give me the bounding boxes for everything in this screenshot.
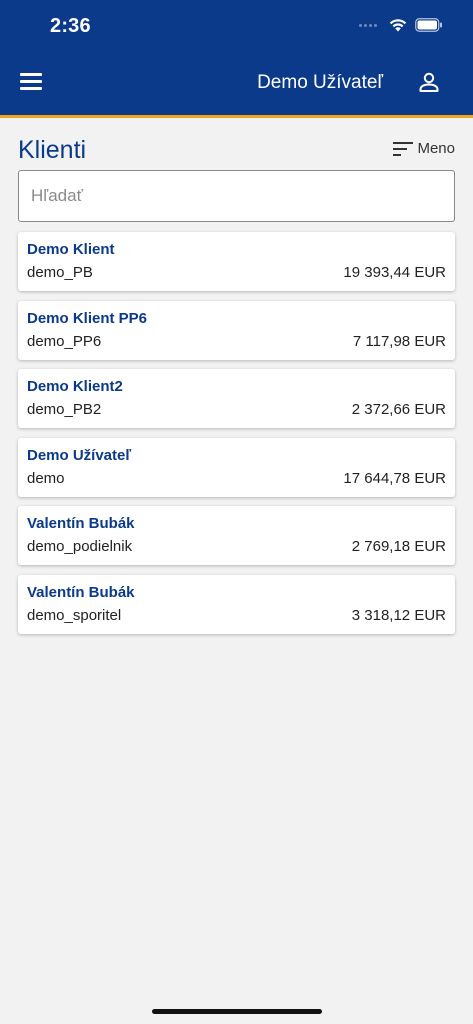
battery-icon <box>415 18 442 32</box>
client-id: demo_podielnik <box>27 538 133 555</box>
hamburger-menu-icon[interactable] <box>20 73 42 91</box>
client-name: Valentín Bubák <box>27 583 135 601</box>
client-name: Valentín Bubák <box>27 515 135 532</box>
status-time: 2:36 <box>50 15 91 37</box>
header-accent-bar <box>0 115 473 118</box>
status-icons <box>359 18 443 32</box>
sort-icon <box>393 141 414 156</box>
client-card[interactable]: Demo Klient PP6 demo_PP6 7 117,98 EUR <box>18 300 455 360</box>
client-amount: 2 769,18 EUR <box>351 538 446 555</box>
client-name: Demo Klient <box>27 241 115 258</box>
client-id: demo <box>27 469 65 487</box>
client-id: demo_PB2 <box>27 401 102 418</box>
wifi-icon <box>389 19 407 32</box>
client-name: Demo Klient PP6 <box>27 309 148 327</box>
client-amount: 2 372,66 EUR <box>351 401 446 418</box>
client-amount: 3 318,12 EUR <box>351 606 446 624</box>
client-id: demo_PB <box>27 264 93 281</box>
client-card[interactable]: Valentín Bubák demo_sporitel 3 318,12 EU… <box>18 574 455 634</box>
page-title: Klienti <box>18 136 87 164</box>
client-card[interactable]: Demo Klient demo_PB 19 393,44 EUR <box>18 232 455 291</box>
profile-icon[interactable] <box>417 70 441 94</box>
client-amount: 19 393,44 EUR <box>343 264 446 281</box>
client-card[interactable]: Valentín Bubák demo_podielnik 2 769,18 E… <box>18 506 455 565</box>
header-user-name: Demo Užívateľ <box>257 72 383 93</box>
client-name: Demo Užívateľ <box>27 446 132 464</box>
client-list: Demo Klient demo_PB 19 393,44 EUR Demo K… <box>18 232 455 643</box>
status-bar: 2:36 <box>0 0 473 52</box>
client-amount: 7 117,98 EUR <box>352 332 446 350</box>
home-indicator[interactable] <box>152 1009 322 1014</box>
sort-button[interactable]: Meno <box>393 140 455 157</box>
client-id: demo_PP6 <box>27 332 102 350</box>
client-name: Demo Klient2 <box>27 378 123 395</box>
client-card[interactable]: Demo Užívateľ demo 17 644,78 EUR <box>18 437 455 497</box>
sort-label: Meno <box>417 140 455 157</box>
app-header: Demo Užívateľ <box>0 52 473 115</box>
client-id: demo_sporitel <box>27 606 122 624</box>
signal-icon <box>359 23 377 27</box>
search-input[interactable] <box>18 170 455 222</box>
client-card[interactable]: Demo Klient2 demo_PB2 2 372,66 EUR <box>18 369 455 428</box>
client-amount: 17 644,78 EUR <box>343 469 446 487</box>
